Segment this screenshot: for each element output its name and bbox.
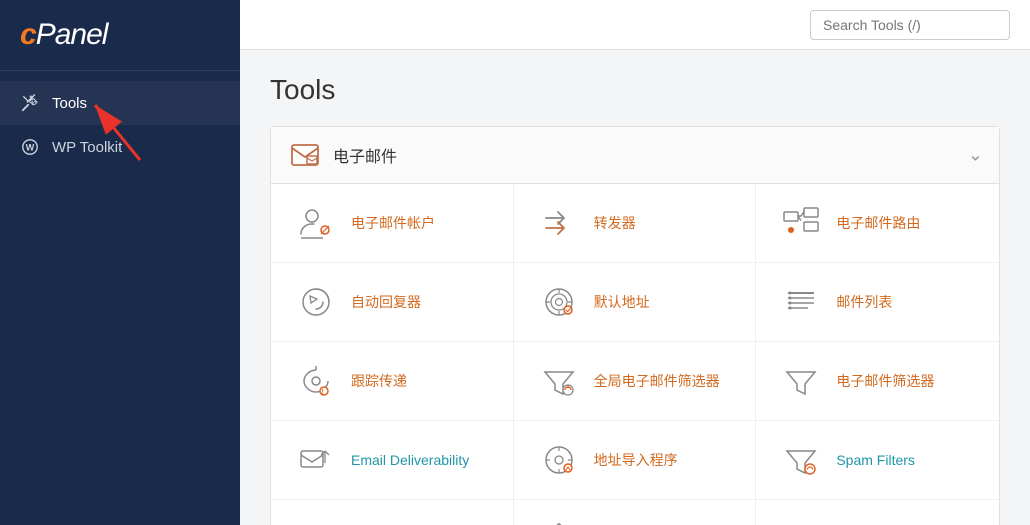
calendar-contacts-icon (780, 518, 822, 525)
tool-autoresponders[interactable]: 自动回复器 (271, 263, 514, 342)
svg-text:!: ! (322, 389, 324, 396)
tool-default-address[interactable]: 默认地址 (514, 263, 757, 342)
autoresponders-icon (295, 281, 337, 323)
main-content: Tools 电子邮件 ⌄ (240, 0, 1030, 525)
tool-forwarders[interactable]: 转发器 (514, 184, 757, 263)
tool-global-email-filters[interactable]: 全局电子邮件筛选器 (514, 342, 757, 421)
email-section: 电子邮件 ⌄ 电子邮件帐户 (270, 126, 1000, 525)
tool-address-importer-label: 地址导入程序 (594, 450, 678, 470)
email-routing-icon (780, 202, 822, 244)
sidebar-item-tools-label: Tools (52, 95, 87, 112)
tool-spam-filters[interactable]: Spam Filters (756, 421, 999, 500)
tool-mailing-lists-label: 邮件列表 (836, 292, 892, 312)
svg-text:W: W (26, 143, 35, 153)
tool-global-email-filters-label: 全局电子邮件筛选器 (594, 371, 720, 391)
search-input[interactable] (810, 10, 1010, 40)
tool-forwarders-label: 转发器 (594, 213, 636, 233)
track-delivery-icon: ! (295, 360, 337, 402)
email-section-icon (291, 141, 319, 169)
cpanel-logo: cPanel (0, 0, 240, 71)
tool-track-delivery[interactable]: ! 跟踪传递 (271, 342, 514, 421)
tool-email-filters[interactable]: 电子邮件筛选器 (756, 342, 999, 421)
tool-email-filters-label: 电子邮件筛选器 (836, 371, 934, 391)
email-deliverability-icon (295, 439, 337, 481)
tool-calendar-contacts[interactable]: 日历和联系人 (756, 500, 999, 525)
tools-grid: 电子邮件帐户 转发器 (271, 184, 999, 525)
forwarders-icon (538, 202, 580, 244)
sidebar-item-wp-toolkit[interactable]: W WP Toolkit (0, 125, 240, 169)
tool-default-address-label: 默认地址 (594, 292, 650, 312)
global-email-filters-icon (538, 360, 580, 402)
tool-spam-filters-label: Spam Filters (836, 452, 915, 468)
sidebar-item-wp-toolkit-label: WP Toolkit (52, 139, 122, 156)
address-importer-icon (538, 439, 580, 481)
tool-email-accounts[interactable]: 电子邮件帐户 (271, 184, 514, 263)
spam-filters-icon (780, 439, 822, 481)
sidebar: cPanel Tools W WP Toolkit (0, 0, 240, 525)
tool-email-deliverability-label: Email Deliverability (351, 452, 469, 468)
section-expand-icon[interactable]: ⌄ (968, 145, 983, 166)
tool-email-deliverability[interactable]: Email Deliverability (271, 421, 514, 500)
tool-email-accounts-label: 电子邮件帐户 (351, 213, 435, 233)
tool-mailing-lists[interactable]: 邮件列表 (756, 263, 999, 342)
content-area: Tools 电子邮件 ⌄ (240, 50, 1030, 525)
tool-track-delivery-label: 跟踪传递 (351, 371, 407, 391)
topbar (240, 0, 1030, 50)
mailing-lists-icon (780, 281, 822, 323)
default-address-icon (538, 281, 580, 323)
tool-boxtrapper[interactable]: BoxTrapper (514, 500, 757, 525)
tools-icon (20, 93, 40, 113)
tool-email-routing-label: 电子邮件路由 (836, 213, 920, 233)
page-title: Tools (270, 74, 1000, 106)
sidebar-nav: Tools W WP Toolkit (0, 71, 240, 179)
tool-encryption[interactable]: 加密 (271, 500, 514, 525)
tool-address-importer[interactable]: 地址导入程序 (514, 421, 757, 500)
tool-autoresponders-label: 自动回复器 (351, 292, 421, 312)
wp-icon: W (20, 137, 40, 157)
email-section-header[interactable]: 电子邮件 ⌄ (271, 127, 999, 184)
email-accounts-icon (295, 202, 337, 244)
email-section-title: 电子邮件 (333, 143, 397, 167)
email-filters-icon (780, 360, 822, 402)
sidebar-item-tools[interactable]: Tools (0, 81, 240, 125)
boxtrapper-icon (538, 518, 580, 525)
encryption-icon (295, 518, 337, 525)
tool-email-routing[interactable]: 电子邮件路由 (756, 184, 999, 263)
